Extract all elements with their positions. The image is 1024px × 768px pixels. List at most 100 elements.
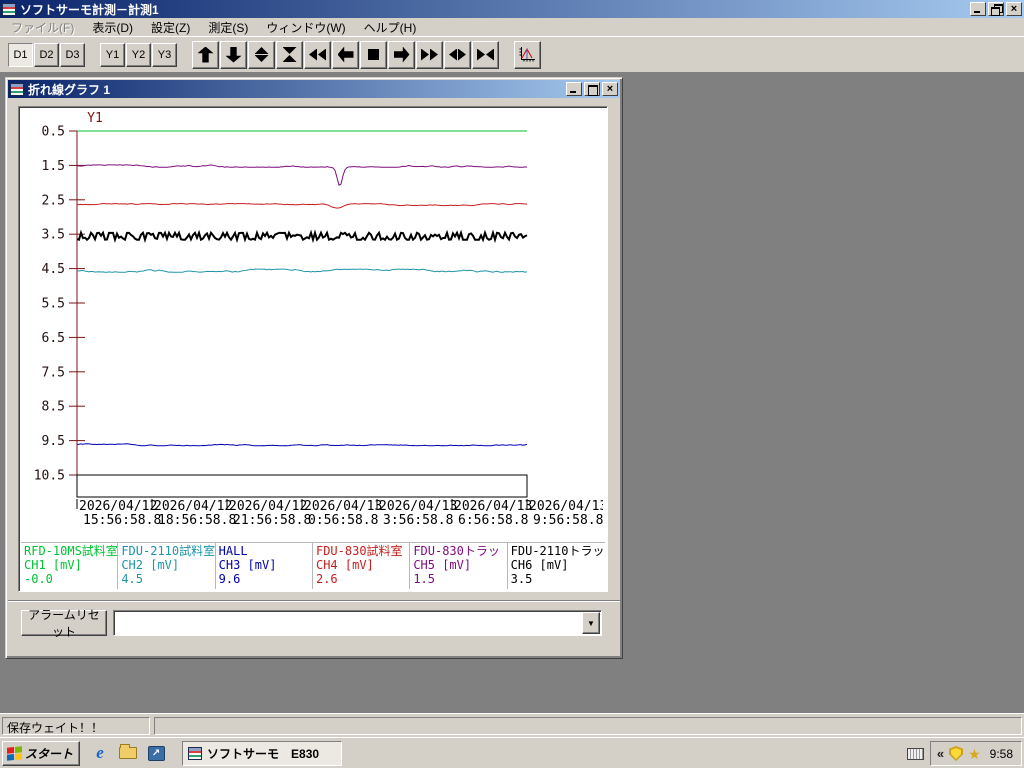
x-tick-time: 18:56:58.8 — [158, 513, 236, 528]
yaxis-y2-button[interactable]: Y2 — [126, 42, 151, 67]
x-tick-time: 0:56:58.8 — [308, 513, 378, 528]
graph-settings-button[interactable] — [514, 40, 541, 69]
x-tick-time: 6:56:58.8 — [458, 513, 528, 528]
quick-launch-bar: e ↗ — [90, 743, 166, 763]
start-button[interactable]: スタート — [2, 740, 81, 766]
trace-CH4 — [76, 203, 528, 209]
legend-value-CH3: 9.6 — [218, 572, 241, 586]
channel-legend-table: RFD-10MS試料室 CH1 [mV] -0.0 FDU-2110試料室 CH2 [m… — [21, 542, 605, 589]
menu-item-3[interactable]: 測定(S) — [199, 17, 257, 38]
legend-name-CH1: RFD-10MS試料室 — [24, 544, 118, 558]
legend-col-CH6: FDU-2110トラッ CH6 [mV] 3.5 — [508, 543, 605, 589]
graph-window-icon — [10, 82, 24, 96]
y-tick-label: 9.5 — [42, 434, 65, 449]
internet-explorer-icon[interactable]: e — [90, 743, 110, 763]
menu-item-1[interactable]: 表示(D) — [83, 17, 142, 38]
window-title: ソフトサーモ計測－計測1 — [20, 2, 159, 17]
y-tick-label: 5.5 — [42, 297, 65, 312]
x-tick-date: 2026/04/12 — [229, 499, 307, 514]
y-tick-label: 3.5 — [42, 228, 65, 243]
stop-button[interactable] — [360, 40, 387, 69]
graph-window-title: 折れ線グラフ 1 — [28, 82, 111, 97]
legend-name-CH6: FDU-2110トラッ — [510, 544, 605, 558]
legend-name-CH2: FDU-2110試料室 — [121, 544, 216, 558]
fast-forward-button[interactable] — [416, 40, 443, 69]
step-left-button[interactable] — [332, 40, 359, 69]
display-d3-button[interactable]: D3 — [60, 42, 85, 67]
x-tick-date: 2026/04/13 — [454, 499, 532, 514]
fast-rewind-button[interactable] — [304, 40, 331, 69]
minimize-button[interactable] — [970, 2, 986, 16]
legend-col-CH5: FDU-830トラッ CH5 [mV] 1.5 — [410, 543, 508, 589]
security-shield-icon[interactable] — [949, 746, 964, 761]
task-button-label: ソフトサーモ E830 — [207, 746, 320, 761]
system-tray: « ★ 9:58 — [929, 741, 1022, 766]
alarm-reset-button[interactable]: アラームリセット — [21, 608, 107, 639]
trace-CH3 — [76, 443, 528, 447]
bottom-frame-box — [76, 474, 528, 498]
graph-maximize-button[interactable] — [584, 82, 600, 96]
legend-channel-CH6: CH6 [mV] — [510, 558, 569, 572]
separator — [8, 600, 620, 602]
main-titlebar: ソフトサーモ計測－計測1 × — [0, 0, 1024, 18]
legend-channel-CH3: CH3 [mV] — [218, 558, 277, 572]
status-message: 保存ウェイト！！ — [2, 717, 150, 735]
yaxis-y3-button[interactable]: Y3 — [152, 42, 177, 67]
x-tick-date: 2026/04/12 — [154, 499, 232, 514]
menu-bar: ファイル(F) 表示(D) 設定(Z) 測定(S) ウィンドウ(W) ヘルプ(H) — [0, 18, 1024, 37]
restore-button[interactable] — [988, 2, 1004, 16]
x-tick-date: 2026/04/13 — [379, 499, 457, 514]
menu-item-4[interactable]: ウィンドウ(W) — [257, 17, 354, 38]
transport-button-group — [192, 40, 500, 69]
windows-logo-icon — [7, 745, 22, 761]
legend-col-CH2: FDU-2110試料室 CH2 [mV] 4.5 — [118, 543, 216, 589]
x-tick-time: 3:56:58.8 — [383, 513, 453, 528]
legend-name-CH3: HALL — [218, 544, 248, 558]
x-tick-time: 9:56:58.8 — [533, 513, 603, 528]
tray-clock: 9:58 — [989, 746, 1013, 761]
star-icon[interactable]: ★ — [968, 747, 981, 761]
alarm-combobox-value[interactable] — [114, 611, 581, 635]
keyboard-icon[interactable] — [906, 747, 924, 760]
x-tick-time: 15:56:58.8 — [83, 513, 161, 528]
app-icon — [2, 2, 16, 16]
display-button-group: D1 D2 D3 — [8, 42, 86, 67]
status-bar: 保存ウェイト！！ — [0, 713, 1024, 737]
expand-vertical-button[interactable] — [248, 40, 275, 69]
legend-name-CH4: FDU-830試料室 — [315, 544, 403, 558]
main-window: ソフトサーモ計測－計測1 × ファイル(F) 表示(D) 設定(Z) 測定(S) ウィン… — [0, 0, 1024, 768]
toolbar: D1 D2 D3 Y1 Y2 Y3 — [0, 37, 1024, 73]
tray-chevron-icon[interactable]: « — [937, 746, 944, 761]
task-app-icon — [188, 746, 203, 760]
legend-col-CH4: FDU-830試料室 CH4 [mV] 2.6 — [313, 543, 411, 589]
close-button[interactable]: × — [1006, 2, 1022, 16]
legend-col-CH3: HALL CH3 [mV] 9.6 — [216, 543, 313, 589]
menu-item-5[interactable]: ヘルプ(H) — [355, 17, 426, 38]
legend-value-CH2: 4.5 — [121, 572, 144, 586]
display-d2-button[interactable]: D2 — [34, 42, 59, 67]
y-tick-label: 6.5 — [42, 331, 65, 346]
folder-icon[interactable] — [118, 743, 138, 763]
y-tick-label: 10.5 — [34, 469, 65, 484]
window-launcher-icon[interactable]: ↗ — [146, 743, 166, 763]
collapse-horizontal-button[interactable] — [472, 40, 499, 69]
expand-horizontal-button[interactable] — [444, 40, 471, 69]
legend-channel-CH5: CH5 [mV] — [413, 558, 472, 572]
graph-minimize-button[interactable] — [566, 82, 582, 96]
up-arrow-button[interactable] — [192, 40, 219, 69]
task-button-softthermo[interactable]: ソフトサーモ E830 — [182, 740, 343, 766]
y-tick-label: 8.5 — [42, 400, 65, 415]
alarm-combobox[interactable]: ▼ — [113, 610, 602, 636]
graph-titlebar[interactable]: 折れ線グラフ 1 × — [8, 80, 620, 98]
menu-item-2[interactable]: 設定(Z) — [142, 17, 199, 38]
graph-close-button[interactable]: × — [602, 82, 618, 96]
collapse-vertical-button[interactable] — [276, 40, 303, 69]
display-d1-button[interactable]: D1 — [8, 42, 33, 67]
trace-CH2 — [76, 268, 528, 273]
mdi-area: 折れ線グラフ 1 × Y1 0.5 1.5 2.5 3.5 4.5 5.5 6.5 7.5 8.5… — [0, 73, 1024, 713]
legend-value-CH6: 3.5 — [510, 572, 533, 586]
chevron-down-icon[interactable]: ▼ — [582, 612, 600, 634]
step-right-button[interactable] — [388, 40, 415, 69]
yaxis-y1-button[interactable]: Y1 — [100, 42, 125, 67]
down-arrow-button[interactable] — [220, 40, 247, 69]
